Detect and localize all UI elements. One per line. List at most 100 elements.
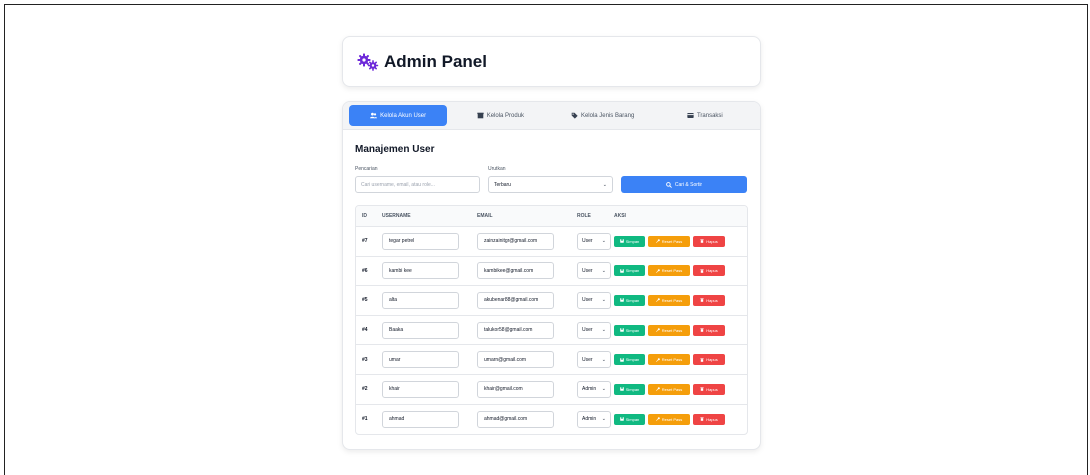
- trash-icon: [700, 239, 704, 244]
- reset-password-button[interactable]: Reset Pass: [648, 235, 690, 247]
- reset-password-button[interactable]: Reset Pass: [648, 413, 690, 425]
- sort-label: Urutkan: [488, 166, 506, 172]
- email-input[interactable]: zainzainitgr@gmail.com: [477, 232, 554, 250]
- table-row: #4 Baaka talukor58@gmail.com User ⌄ Simp…: [356, 316, 747, 346]
- search-input[interactable]: [355, 176, 480, 193]
- key-icon: [655, 298, 660, 303]
- save-label: Simpan: [625, 327, 640, 333]
- receipt-icon: [687, 113, 694, 118]
- delete-button[interactable]: Hapus: [693, 265, 725, 277]
- role-select[interactable]: Admin ⌄: [577, 410, 611, 428]
- reset-password-button[interactable]: Reset Pass: [648, 294, 690, 306]
- header-role: ROLE: [577, 213, 591, 219]
- sort-select[interactable]: Terbaru ⌄: [488, 176, 613, 193]
- tab-label: Kelola Produk: [486, 112, 525, 119]
- role-select[interactable]: User ⌄: [577, 232, 611, 250]
- tab-kelola-jenis-barang[interactable]: Kelola Jenis Barang: [554, 105, 652, 126]
- role-value: Admin: [582, 386, 597, 393]
- username-input[interactable]: khair: [382, 380, 459, 398]
- table-row: #3 umar umarn@gmail.com User ⌄ Simpan Re…: [356, 345, 747, 375]
- save-label: Simpan: [625, 357, 640, 363]
- username-input[interactable]: tegar petrel: [382, 232, 459, 250]
- reset-password-button[interactable]: Reset Pass: [648, 354, 690, 366]
- chevron-down-icon: ⌄: [602, 181, 607, 188]
- key-icon: [655, 387, 660, 392]
- header-id: ID: [362, 213, 367, 219]
- reset-password-button[interactable]: Reset Pass: [648, 265, 690, 277]
- tab-label: Kelola Akun User: [380, 112, 427, 119]
- role-value: User: [582, 327, 593, 334]
- delete-button[interactable]: Hapus: [693, 294, 725, 306]
- key-icon: [655, 239, 660, 244]
- username-input[interactable]: ahmad: [382, 410, 459, 428]
- table-row: #6 kambi kee kambikee@gmail.com User ⌄ S…: [356, 257, 747, 287]
- save-button[interactable]: Simpan: [614, 324, 645, 336]
- delete-button[interactable]: Hapus: [693, 413, 725, 425]
- row-id: #3: [362, 356, 368, 363]
- reset-password-button[interactable]: Reset Pass: [648, 383, 690, 395]
- email-input[interactable]: akubenar88@gmail.com: [477, 291, 554, 309]
- delete-button[interactable]: Hapus: [693, 354, 725, 366]
- search-sort-button[interactable]: Cari & Sortir: [621, 176, 747, 193]
- save-icon: [619, 328, 624, 332]
- save-icon: [619, 357, 624, 362]
- save-label: Simpan: [625, 268, 640, 274]
- role-select[interactable]: User ⌄: [577, 262, 611, 280]
- key-icon: [655, 357, 660, 362]
- save-button[interactable]: Simpan: [614, 413, 645, 425]
- tab-transaksi[interactable]: Transaksi: [656, 105, 754, 126]
- trash-icon: [700, 358, 704, 362]
- save-button[interactable]: Simpan: [614, 265, 645, 277]
- reset-password-button[interactable]: Reset Pass: [648, 324, 690, 336]
- delete-label: Hapus: [706, 357, 718, 363]
- role-select[interactable]: Admin ⌄: [577, 380, 611, 398]
- email-input[interactable]: talukor58@gmail.com: [477, 321, 554, 339]
- chevron-down-icon: ⌄: [601, 416, 606, 423]
- delete-label: Hapus: [706, 268, 718, 274]
- email-input[interactable]: kambikee@gmail.com: [477, 262, 554, 280]
- email-input[interactable]: umarn@gmail.com: [477, 351, 554, 369]
- table-row: #1 ahmad ahmad@gmail.com Admin ⌄ Simpan …: [356, 405, 747, 435]
- reset-label: Reset Pass: [661, 238, 683, 244]
- save-button[interactable]: Simpan: [614, 354, 645, 366]
- delete-button[interactable]: Hapus: [693, 235, 725, 247]
- header-email: EMAIL: [477, 213, 493, 219]
- delete-button[interactable]: Hapus: [693, 383, 725, 395]
- table-body: #7 tegar petrel zainzainitgr@gmail.com U…: [356, 227, 747, 434]
- row-id: #7: [362, 238, 368, 245]
- chevron-down-icon: ⌄: [601, 327, 606, 334]
- delete-button[interactable]: Hapus: [693, 324, 725, 336]
- reset-label: Reset Pass: [661, 327, 683, 333]
- sort-value: Terbaru: [494, 181, 511, 188]
- delete-label: Hapus: [706, 327, 718, 333]
- username-input[interactable]: kambi kee: [382, 262, 459, 280]
- row-id: #5: [362, 297, 368, 304]
- save-label: Simpan: [625, 386, 640, 392]
- table-header: ID USERNAME EMAIL ROLE AKSI: [356, 206, 747, 227]
- save-button[interactable]: Simpan: [614, 294, 645, 306]
- tag-icon: [571, 112, 578, 119]
- tab-kelola-produk[interactable]: Kelola Produk: [451, 105, 549, 126]
- save-label: Simpan: [625, 297, 640, 303]
- reset-label: Reset Pass: [661, 268, 683, 274]
- role-value: User: [582, 297, 593, 304]
- role-select[interactable]: User ⌄: [577, 291, 611, 309]
- email-input[interactable]: khair@gmail.com: [477, 380, 554, 398]
- role-value: User: [582, 356, 593, 363]
- save-button[interactable]: Simpan: [614, 383, 645, 395]
- box-icon: [477, 112, 484, 119]
- reset-label: Reset Pass: [661, 416, 683, 422]
- tab-kelola-akun-user[interactable]: Kelola Akun User: [349, 105, 448, 126]
- role-select[interactable]: User ⌄: [577, 351, 611, 369]
- role-select[interactable]: User ⌄: [577, 321, 611, 339]
- table-row: #2 khair khair@gmail.com Admin ⌄ Simpan …: [356, 375, 747, 405]
- save-button[interactable]: Simpan: [614, 235, 645, 247]
- username-input[interactable]: Baaka: [382, 321, 459, 339]
- username-input[interactable]: umar: [382, 351, 459, 369]
- chevron-down-icon: ⌄: [601, 297, 606, 304]
- role-value: Admin: [582, 416, 597, 423]
- username-input[interactable]: alta: [382, 291, 459, 309]
- reset-label: Reset Pass: [661, 297, 683, 303]
- email-input[interactable]: ahmad@gmail.com: [477, 410, 554, 428]
- role-value: User: [582, 267, 593, 274]
